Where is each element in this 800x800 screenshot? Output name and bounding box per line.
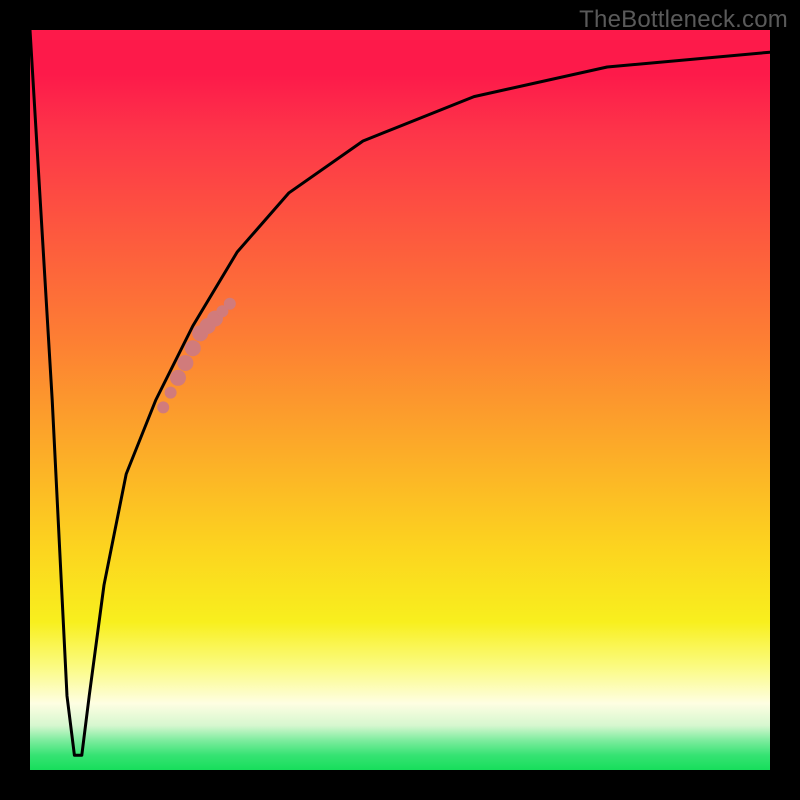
chart-frame: TheBottleneck.com xyxy=(0,0,800,800)
gradient-background xyxy=(30,30,770,770)
plot-area xyxy=(30,30,770,770)
